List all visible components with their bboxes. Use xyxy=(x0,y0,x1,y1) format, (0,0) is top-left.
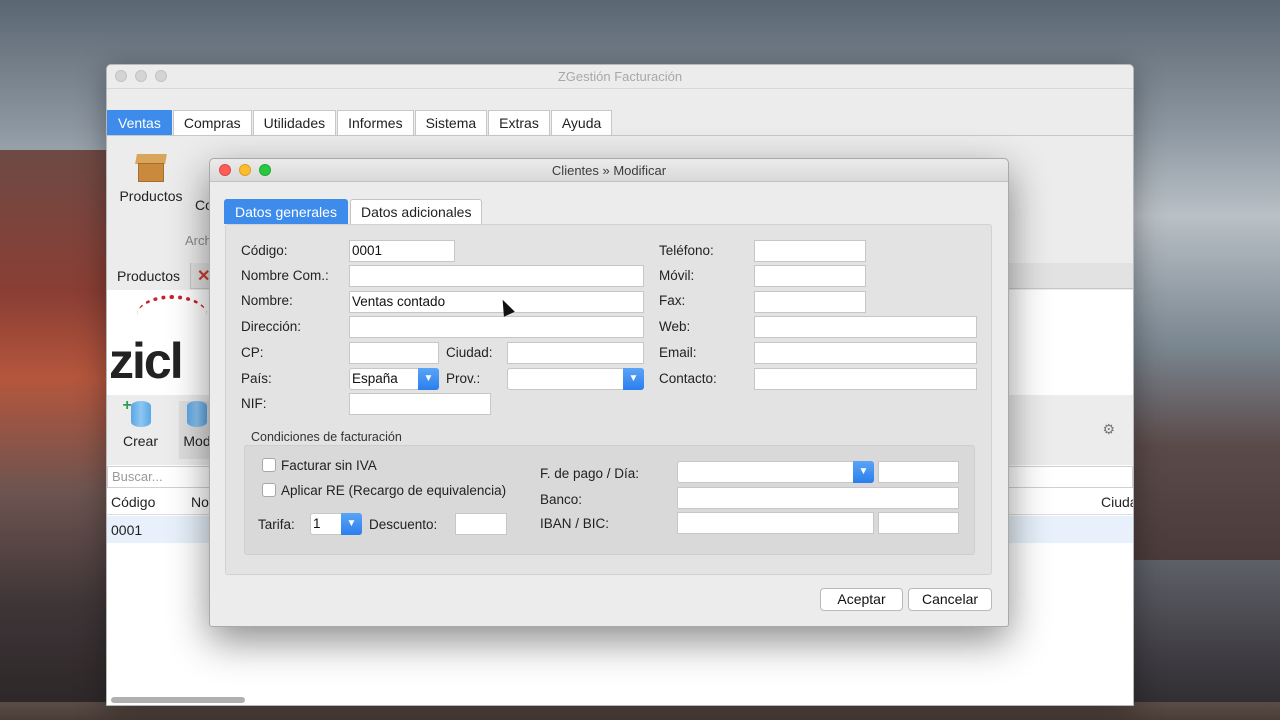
tab-datos-generales[interactable]: Datos generales xyxy=(224,199,348,224)
doc-tab-label: Productos xyxy=(117,268,181,284)
condiciones-title: Condiciones de facturación xyxy=(251,430,402,444)
nif-field[interactable] xyxy=(349,393,491,415)
menu-tabs: Ventas Compras Utilidades Informes Siste… xyxy=(107,110,613,135)
logo-dots-icon xyxy=(137,295,207,335)
clientes-modificar-dialog: Clientes » Modificar Datos generales Dat… xyxy=(209,158,1009,627)
ciudad-field[interactable] xyxy=(507,342,644,364)
package-icon xyxy=(135,154,167,182)
dialog-title: Clientes » Modificar xyxy=(551,163,667,178)
email-field[interactable] xyxy=(754,342,977,364)
horizontal-scrollbar[interactable] xyxy=(111,697,245,703)
pais-value: España xyxy=(352,371,398,386)
web-label: Web: xyxy=(659,319,691,334)
menu-tab-sistema[interactable]: Sistema xyxy=(414,110,488,135)
ciudad-label: Ciudad: xyxy=(446,345,493,360)
iban-field[interactable] xyxy=(677,512,874,534)
prov-label: Prov.: xyxy=(446,371,481,386)
cell-codigo: 0001 xyxy=(111,522,143,538)
bic-field[interactable] xyxy=(878,512,959,534)
desktop-wallpaper-right xyxy=(1130,560,1280,720)
tarifa-value: 1 xyxy=(313,516,321,531)
crear-label: Crear xyxy=(123,433,159,449)
prov-select[interactable]: ▼ xyxy=(507,368,644,390)
cp-label: CP: xyxy=(241,345,264,360)
tarifa-label: Tarifa: xyxy=(258,517,295,532)
banco-label: Banco: xyxy=(540,492,583,507)
contacto-label: Contacto: xyxy=(659,371,717,386)
doc-tab-productos[interactable]: Productos xyxy=(107,263,192,289)
ribbon-productos-label: Productos xyxy=(119,188,183,204)
settings-gear-icon[interactable]: ⚙ xyxy=(1102,421,1115,438)
menu-tab-ventas[interactable]: Ventas xyxy=(107,110,172,135)
telefono-label: Teléfono: xyxy=(659,243,714,258)
chevron-down-icon: ▼ xyxy=(418,368,439,390)
dialog-tabs: Datos generales Datos adicionales xyxy=(224,199,483,224)
direccion-label: Dirección: xyxy=(241,319,302,334)
chevron-down-icon: ▼ xyxy=(623,368,644,390)
crear-button[interactable]: + Crear xyxy=(123,397,159,449)
column-header-nombre[interactable]: No xyxy=(191,494,209,510)
menu-tab-utilidades[interactable]: Utilidades xyxy=(252,110,337,135)
fax-label: Fax: xyxy=(659,293,686,308)
codigo-label: Código: xyxy=(241,243,288,258)
window-title: ZGestión Facturación xyxy=(557,69,683,84)
modificar-label: Mod xyxy=(183,433,211,449)
descuento-label: Descuento: xyxy=(369,517,438,532)
nombre-com-label: Nombre Com.: xyxy=(241,268,329,283)
menu-tab-ayuda[interactable]: Ayuda xyxy=(550,110,613,135)
forma-pago-select[interactable]: ▼ xyxy=(677,461,874,483)
company-logo: zicl xyxy=(109,333,184,389)
web-field[interactable] xyxy=(754,316,977,338)
aplicar-re-label: Aplicar RE (Recargo de equivalencia) xyxy=(281,483,507,498)
email-label: Email: xyxy=(659,345,697,360)
nombre-label: Nombre: xyxy=(241,293,293,308)
movil-label: Móvil: xyxy=(659,268,695,283)
facturar-sin-iva-checkbox[interactable] xyxy=(262,458,276,472)
dia-pago-field[interactable] xyxy=(878,461,959,483)
contacto-field[interactable] xyxy=(754,368,977,390)
direccion-field[interactable] xyxy=(349,316,644,338)
aceptar-button[interactable]: Aceptar xyxy=(820,588,903,611)
column-header-ciudad[interactable]: Ciuda xyxy=(1101,494,1133,510)
iban-bic-label: IBAN / BIC: xyxy=(540,516,610,531)
menu-tab-extras[interactable]: Extras xyxy=(488,110,550,135)
ribbon-productos-button[interactable]: Productos xyxy=(117,154,185,204)
pais-label: País: xyxy=(241,371,272,386)
telefono-field[interactable] xyxy=(754,240,866,262)
menu-tab-compras[interactable]: Compras xyxy=(172,110,252,135)
banco-field[interactable] xyxy=(677,487,959,509)
facturar-sin-iva-label: Facturar sin IVA xyxy=(281,458,377,473)
codigo-field[interactable]: 0001 xyxy=(349,240,455,262)
ribbon-group-label: Arch xyxy=(185,233,212,248)
f-pago-label: F. de pago / Día: xyxy=(540,466,640,481)
desktop-wallpaper-left xyxy=(0,150,110,720)
database-edit-icon xyxy=(187,401,207,427)
fax-field[interactable] xyxy=(754,291,866,313)
descuento-field[interactable] xyxy=(455,513,507,535)
nif-label: NIF: xyxy=(241,396,267,411)
database-add-icon: + xyxy=(123,397,151,427)
cp-field[interactable] xyxy=(349,342,439,364)
chevron-down-icon: ▼ xyxy=(853,461,874,483)
movil-field[interactable] xyxy=(754,265,866,287)
pais-select[interactable]: España ▼ xyxy=(349,368,439,390)
aplicar-re-checkbox[interactable] xyxy=(262,483,276,497)
dialog-titlebar: Clientes » Modificar xyxy=(210,159,1008,182)
chevron-down-icon: ▼ xyxy=(341,513,362,535)
cancelar-button[interactable]: Cancelar xyxy=(908,588,992,611)
nombre-com-field[interactable] xyxy=(349,265,644,287)
main-titlebar: ZGestión Facturación xyxy=(107,65,1133,89)
tab-datos-adicionales[interactable]: Datos adicionales xyxy=(349,199,483,224)
menu-tab-informes[interactable]: Informes xyxy=(337,110,414,135)
tarifa-select[interactable]: 1 ▼ xyxy=(310,513,362,535)
column-header-codigo[interactable]: Código xyxy=(111,494,155,510)
